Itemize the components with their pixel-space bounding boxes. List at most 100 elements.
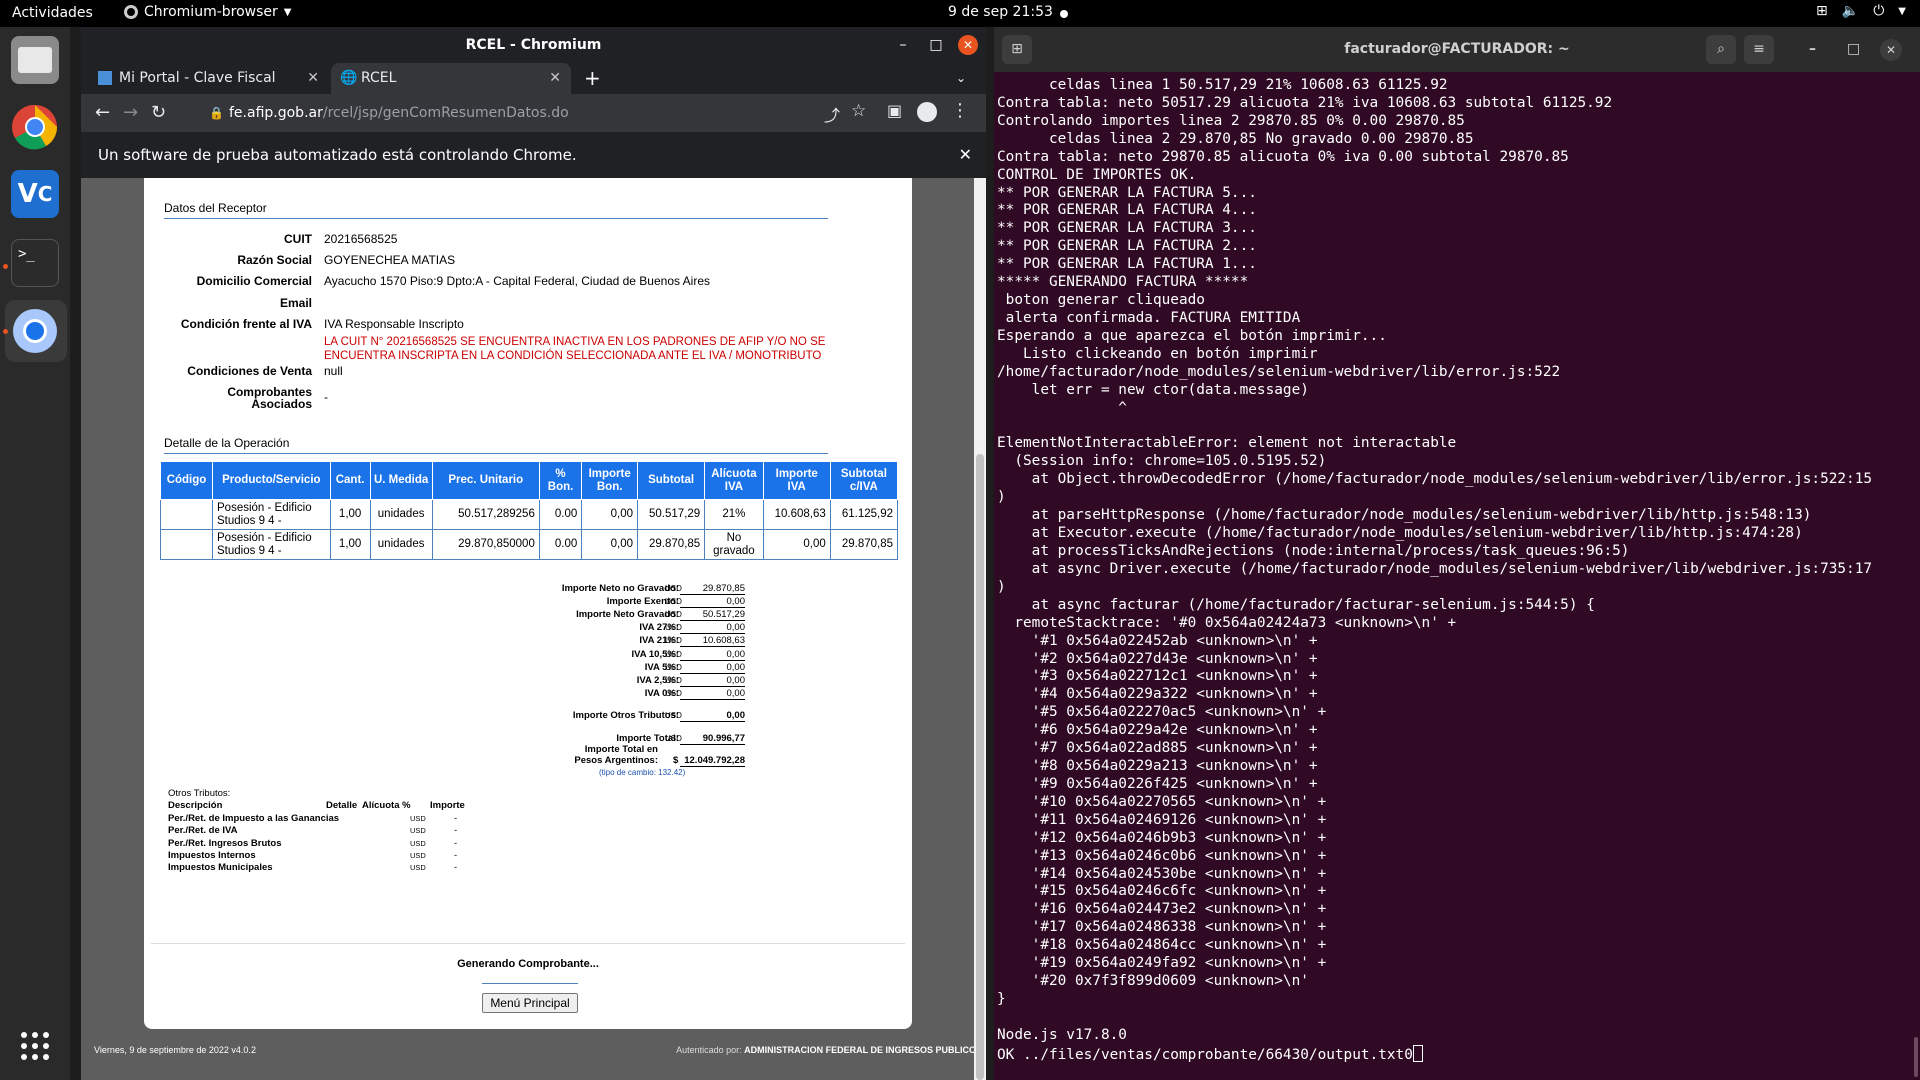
detalle-cell: 29.870,850000 [431,529,540,560]
detalle-cell: Posesión - Edificio Studios 9 4 - [212,499,331,530]
terminal-titlebar[interactable]: ⊞ facturador@FACTURADOR: ~ ⌕ ≡ – □ ✕ [994,27,1920,72]
terminal-line: at Object.throwDecodedError (/home/factu… [1031,471,1873,488]
page-viewport: Datos del Receptor CUIT 20216568525 Razó… [81,178,986,1080]
caret-down-icon: ▼ [283,6,292,18]
new-tab-terminal-icon[interactable]: ⊞ [1002,35,1032,64]
terminal-icon[interactable]: >_ [11,239,59,287]
tab-mi-portal[interactable]: Mi Portal - Clave Fiscal ✕ [89,63,329,94]
terminal-line: at async facturar (/home/facturador/fact… [1031,596,1595,613]
minimize-icon[interactable]: – [889,27,917,63]
site-info-icon[interactable]: 🔒 [209,100,224,126]
otros-row-desc: Impuestos Internos [168,849,256,861]
razon-label: Razón Social [237,253,312,267]
close-icon[interactable]: ✕ [1880,39,1902,61]
tab-close-icon[interactable]: ✕ [307,63,319,94]
share-icon[interactable]: ⤴ [824,102,840,126]
files-icon[interactable] [11,36,59,84]
infobar-close-icon[interactable]: ✕ [959,132,972,178]
tab-search-icon[interactable]: ⌄ [956,63,966,94]
volume-icon: 🔈 [1841,3,1860,19]
window-titlebar[interactable]: RCEL - Chromium – □ ✕ [81,27,986,63]
otros-row-currency: USD [410,863,426,873]
app-menu[interactable]: Chromium-browser ▼ [124,4,291,20]
close-window-button[interactable]: ✕ [954,27,982,63]
detalle-cell: unidades [369,529,433,560]
menu-principal-button[interactable]: Menú Principal [482,993,578,1013]
comp-label: Comprobantes Asociados [164,386,312,410]
terminal-line: '#15 0x564a0246c6fc <unknown>\n' + [1031,883,1327,900]
email-label: Email [279,296,312,310]
profile-avatar-icon[interactable] [917,102,937,122]
totales-row: Importe Otros Tributos: USD 0,00 [144,710,912,724]
detalle-table: Código Producto/Servicio Cant. U. Medida Pre… [159,461,899,560]
maximize-icon[interactable]: □ [1847,27,1860,72]
total-ars-label: Importe Total en Pesos Argentinos: [574,744,658,766]
search-icon[interactable]: ⌕ [1706,35,1736,64]
terminal-line: boton generar cliqueado [1005,292,1205,309]
iva-value: IVA Responsable Inscripto [324,317,464,331]
totales-value: 0,00 [680,710,745,722]
terminal-prompt: OK ../files/ventas/comprobante/66430/out… [997,1046,1413,1063]
detalle-col-header: Subtotal [637,461,706,500]
minimize-icon[interactable]: – [1809,27,1816,72]
menu-kebab-icon[interactable]: ⋮ [951,100,969,121]
scrollbar-thumb[interactable] [976,454,984,1080]
detalle-col-header: % Bon. [538,461,583,500]
side-panel-icon[interactable]: ▣ [887,101,902,120]
chrome-icon[interactable] [11,103,59,151]
terminal-line: ** POR GENERAR LA FACTURA 2... [997,238,1257,255]
terminal-scrollbar[interactable] [1914,1037,1918,1077]
activities-button[interactable]: Actividades [12,5,93,21]
footer-auth-label: Autenticado por: [676,1045,742,1055]
reload-icon[interactable]: ↻ [151,102,166,123]
forward-icon[interactable]: → [123,102,138,123]
terminal-lines: celdas linea 1 50.517,29 21% 10608.63 61… [997,77,1872,1043]
detalle-col-header: U. Medida [369,461,433,500]
terminal-output[interactable]: celdas linea 1 50.517,29 21% 10608.63 61… [997,77,1872,1065]
clock[interactable]: 9 de sep 21:53 [948,4,1053,20]
total-ars-row: Importe Total en Pesos Argentinos: $12.049… [144,744,912,770]
bookmark-star-icon[interactable]: ☆ [851,101,866,121]
running-indicator [3,264,8,269]
window-title: RCEL - Chromium [465,37,602,53]
otros-row-currency: USD [410,838,426,848]
tab-close-icon[interactable]: ✕ [549,63,561,94]
terminal-line: '#1 0x564a022452ab <unknown>\n' + [1031,632,1318,649]
total-ars-label-line2: Pesos Argentinos: [574,755,658,766]
maximize-icon[interactable]: □ [922,27,950,63]
terminal-line: '#2 0x564a0227d43e <unknown>\n' + [1031,650,1318,667]
browser-toolbar: ← → ↻ 🔒 fe.afip.gob.ar/rcel/jsp/genComRe… [81,94,986,132]
detalle-cell: 29.870,85 [829,529,899,560]
terminal-line: '#20 0x7f3f899d0609 <unknown>\n' [1031,973,1309,990]
section-title-detalle: Detalle de la Operación [164,436,828,454]
chromium-icon[interactable] [11,307,59,355]
totales-value: 29.870,85 [680,583,745,595]
app-grid-icon[interactable] [11,1022,59,1070]
detalle-cell: 0,00 [581,529,639,560]
terminal-line: at processTicksAndRejections (node:inter… [1031,542,1630,559]
terminal-line: at async Driver.execute (/home/facturado… [1031,560,1873,577]
tab-rcel[interactable]: 🌐 RCEL ✕ [331,63,571,94]
totales-row: IVA 27%: USD 0,00 [144,622,912,636]
otros-col-header: Alícuota % [362,800,411,811]
system-tray[interactable]: ⊞ 🔈 ⏻ ▼ [1816,3,1906,19]
back-icon[interactable]: ← [95,102,110,123]
address-bar[interactable]: 🔒 fe.afip.gob.ar/rcel/jsp/genComResumenD… [199,100,759,126]
terminal-line: ^ [1118,399,1127,416]
vscode-icon[interactable]: VC [11,170,59,218]
detalle-col-header: Cant. [329,461,371,500]
hamburger-menu-icon[interactable]: ≡ [1744,35,1774,64]
totales-value: 0,00 [680,662,745,674]
detalle-col-header: Importe Bon. [581,461,639,500]
terminal-line: Node.js v17.8.0 [997,1026,1127,1043]
new-tab-icon[interactable]: + [584,63,601,94]
domicilio-value: Ayacucho 1570 Piso:9 Dpto:A - Capital Fe… [324,274,711,288]
comp-label-line2: Asociados [251,397,312,411]
terminal-line: '#8 0x564a0229a213 <unknown>\n' + [1031,758,1318,775]
detalle-cell: Posesión - Edificio Studios 9 4 - [212,529,331,560]
generating-status: Generando Comprobante... [457,958,599,970]
globe-icon: 🌐 [340,70,358,86]
totales-value: 10.608,63 [680,635,745,648]
page-scrollbar[interactable] [974,178,986,1080]
otros-row-desc: Impuestos Municipales [168,862,273,874]
